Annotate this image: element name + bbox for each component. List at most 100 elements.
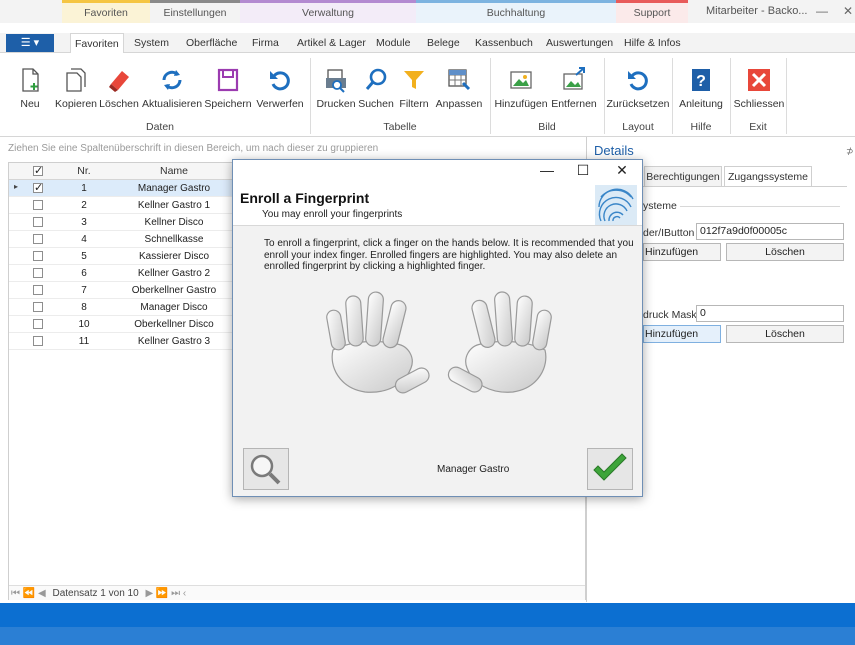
section-line — [680, 206, 840, 207]
category-einstellungen: Einstellungen — [150, 0, 240, 23]
row-checkbox[interactable] — [33, 302, 43, 312]
reset-layout-button[interactable]: Zurücksetzen — [606, 58, 670, 110]
cell-name: Kellner Disco — [144, 217, 204, 228]
delete-fingerprint-button[interactable]: Löschen — [726, 325, 844, 343]
group-label-exit: Exit — [749, 121, 767, 133]
row-checkbox[interactable] — [33, 251, 43, 261]
tab-firma[interactable]: Firma — [252, 33, 279, 53]
save-button[interactable]: Speichern — [204, 58, 252, 110]
cell-nr: 5 — [81, 251, 87, 262]
left-middle-finger[interactable] — [365, 291, 384, 347]
row-checkbox[interactable] — [33, 234, 43, 244]
search-button[interactable]: Suchen — [358, 58, 394, 110]
tab-artikel-lager[interactable]: Artikel & Lager — [297, 33, 366, 53]
new-document-icon — [22, 68, 39, 92]
cell-nr: 11 — [78, 336, 90, 347]
tab-oberflaeche[interactable]: Oberfläche — [186, 33, 237, 53]
section-label: ysteme — [643, 200, 677, 212]
tab-auswertungen[interactable]: Auswertungen — [546, 33, 613, 53]
delete-reader-button[interactable]: Löschen — [726, 243, 844, 261]
record-counter: Datensatz 1 von 10 — [52, 588, 139, 599]
right-middle-finger[interactable] — [494, 291, 513, 347]
left-ring-finger[interactable] — [345, 295, 364, 347]
add-image-button[interactable]: Hinzufügen — [494, 58, 548, 110]
save-icon — [217, 68, 239, 92]
tab-kassenbuch[interactable]: Kassenbuch — [475, 33, 533, 53]
copy-button[interactable]: Kopieren — [50, 58, 102, 110]
filter-icon — [404, 71, 424, 89]
delete-button[interactable]: Löschen — [98, 58, 140, 110]
tab-zugangssysteme[interactable]: Zugangssysteme — [724, 166, 812, 186]
cell-nr: 1 — [81, 183, 87, 194]
tab-belege[interactable]: Belege — [427, 33, 460, 53]
cell-name: Kassierer Disco — [138, 251, 210, 262]
right-ring-finger[interactable] — [514, 295, 533, 347]
window-close-button[interactable]: ✕ — [838, 2, 855, 20]
nav-last-icon[interactable]: ▶ ⏩ ⏭ ‹ — [145, 588, 186, 599]
tab-hilfe-infos[interactable]: Hilfe & Infos — [624, 33, 681, 53]
dialog-close-button[interactable]: ✕ — [613, 162, 631, 179]
column-header-name[interactable]: Name — [114, 163, 234, 180]
mask-value-field[interactable]: 0 — [696, 305, 844, 322]
cell-nr: 10 — [78, 319, 90, 330]
row-checkbox[interactable] — [33, 181, 43, 194]
tab-underline — [643, 186, 847, 187]
cell-nr: 4 — [81, 234, 87, 245]
row-checkbox[interactable] — [33, 200, 43, 210]
cell-name: Schnellkasse — [144, 234, 204, 245]
row-checkbox[interactable] — [33, 268, 43, 278]
reader-label: der/IButton — [643, 227, 695, 239]
cell-nr: 6 — [81, 268, 87, 279]
left-index-finger[interactable] — [381, 299, 407, 349]
add-fingerprint-button[interactable]: Hinzufügen — [643, 325, 721, 343]
tab-system[interactable]: System — [134, 33, 169, 53]
customize-button[interactable]: Anpassen — [434, 58, 484, 110]
column-header-nr[interactable]: Nr. — [54, 163, 114, 180]
filter-button[interactable]: Filtern — [397, 58, 431, 110]
category-buchhaltung: Buchhaltung — [416, 0, 616, 23]
dialog-minimize-button[interactable]: — — [538, 162, 556, 178]
right-pinky-finger[interactable] — [532, 309, 553, 351]
mask-label: druck Maske — [643, 309, 703, 321]
details-title: Details — [594, 143, 634, 158]
window-title: Mitarbeiter - Backo... — [706, 5, 808, 17]
window-minimize-button[interactable]: — — [812, 2, 832, 20]
discard-button[interactable]: Verwerfen — [256, 58, 304, 110]
cell-name: Oberkellner Gastro — [131, 285, 217, 296]
dialog-maximize-button[interactable]: ☐ — [574, 162, 592, 179]
dialog-title: Enroll a Fingerprint — [240, 190, 370, 206]
tab-module[interactable]: Module — [376, 33, 410, 53]
row-checkbox[interactable] — [33, 319, 43, 329]
refresh-button[interactable]: Aktualisieren — [142, 58, 202, 110]
tab-berechtigungen[interactable]: Berechtigungen — [644, 166, 722, 186]
verify-button[interactable] — [243, 448, 289, 490]
print-preview-icon — [326, 69, 346, 93]
remove-image-button[interactable]: Entfernen — [550, 58, 598, 110]
print-button[interactable]: Drucken — [316, 58, 356, 110]
cell-nr: 3 — [81, 217, 87, 228]
refresh-icon — [162, 70, 182, 90]
category-verwaltung: Verwaltung — [240, 0, 416, 23]
nav-first-icon[interactable]: ⏮ ⏪ ◀ — [11, 588, 46, 599]
manual-button[interactable]: ? Anleitung — [677, 58, 725, 110]
row-checkbox[interactable] — [33, 336, 43, 346]
app-menu-button[interactable]: ☰ ▾ — [6, 34, 54, 52]
close-icon — [748, 69, 770, 91]
eraser-icon — [109, 71, 129, 92]
pin-icon[interactable]: ⊅ — [846, 146, 854, 157]
magnifier-icon — [250, 454, 281, 485]
row-checkbox[interactable] — [33, 285, 43, 295]
right-index-finger[interactable] — [470, 299, 496, 349]
select-all-checkbox[interactable] — [33, 164, 43, 177]
dialog-user-name: Manager Gastro — [437, 464, 510, 475]
reader-value-field[interactable]: 012f7a9d0f00005c — [696, 223, 844, 240]
new-button[interactable]: Neu — [13, 58, 47, 110]
left-pinky-finger[interactable] — [326, 309, 347, 351]
close-app-button[interactable]: Schliessen — [734, 58, 784, 110]
hands-diagram — [326, 291, 553, 394]
tab-favoriten[interactable]: Favoriten — [70, 33, 124, 53]
ok-button[interactable] — [587, 448, 633, 490]
row-checkbox[interactable] — [33, 217, 43, 227]
group-by-hint[interactable]: Ziehen Sie eine Spaltenüberschrift in di… — [8, 143, 378, 154]
add-reader-button[interactable]: Hinzufügen — [643, 243, 721, 261]
